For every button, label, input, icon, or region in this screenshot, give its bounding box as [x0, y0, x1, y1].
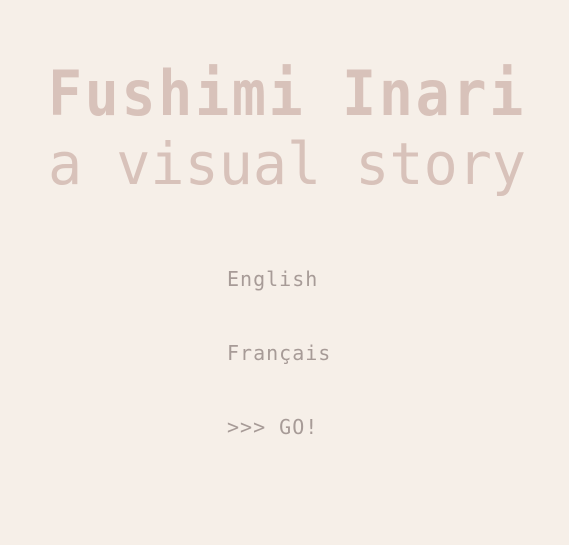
go-button[interactable]: >>> GO! [227, 410, 477, 444]
game-subtitle: a visual story [48, 130, 526, 198]
title-block: Fushimi Inari a visual story [0, 0, 569, 210]
game-screen: Fushimi Inari a visual story English Fra… [0, 0, 569, 545]
menu-item-francais[interactable]: Français [227, 336, 477, 370]
language-menu: English Français >>> GO! [227, 262, 477, 444]
title-svg: Fushimi Inari a visual story [48, 57, 526, 198]
menu-item-english[interactable]: English [227, 262, 477, 296]
game-title: Fushimi Inari [48, 57, 526, 130]
